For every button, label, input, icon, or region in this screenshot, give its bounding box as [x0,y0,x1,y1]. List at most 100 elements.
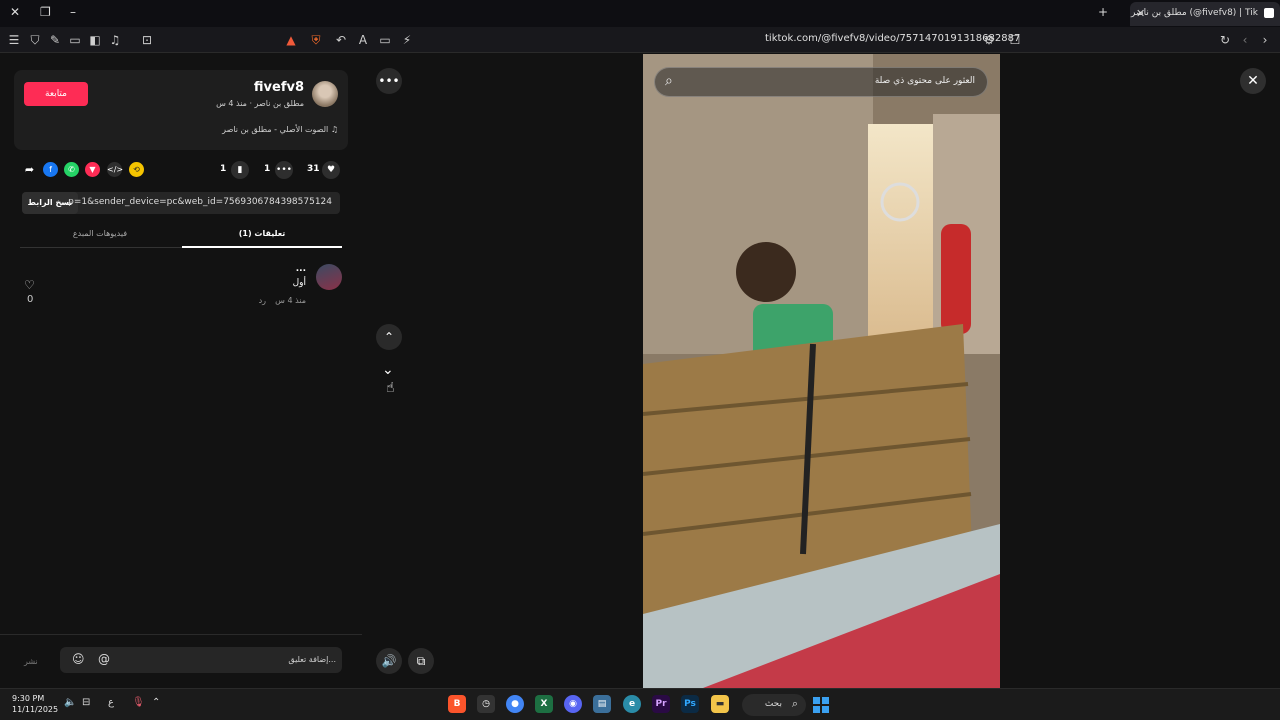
brave-app-icon[interactable]: B [448,695,466,713]
bookmark-save-icon[interactable]: ▮ [231,161,249,179]
files-app-icon[interactable]: ▤ [593,695,611,713]
excel-app-icon[interactable]: X [535,695,553,713]
screenshot-icon[interactable]: ⊡ [139,32,155,48]
taskbar-search-icon: ⌕ [791,697,798,710]
music-icon[interactable]: ♫ [107,32,123,48]
chrome-app-icon[interactable]: ● [506,695,524,713]
volume-icon[interactable]: 🔊 [376,648,402,674]
video-frame [643,54,1000,688]
like-count: 31 [307,164,320,174]
photoshop-app-icon[interactable]: Ps [681,695,699,713]
back-icon[interactable]: ‹ [1237,32,1253,48]
like-heart-icon[interactable]: ♥ [322,161,340,179]
comment-like-icon[interactable]: ♡ [24,278,35,292]
clock-time: 9:30 PM [12,694,45,703]
whatsapp-icon[interactable]: ✆ [64,162,79,177]
explorer-app-icon[interactable]: ▬ [711,695,729,713]
restore-window-icon[interactable]: ❐ [40,5,51,19]
action-bar: ➦ f ✆ ▼ </> ⟲ 1 ▮ 1 ••• 31 ♥ [22,160,342,180]
edge-app-icon[interactable]: e [623,695,641,713]
language-indicator[interactable]: ع [108,697,114,708]
taskbar-search[interactable]: بحث ⌕ [742,694,806,716]
more-options-icon[interactable]: ••• [376,68,402,94]
emoji-icon[interactable]: ☺ [72,652,85,666]
comment-icon[interactable]: ••• [275,161,293,179]
share-icon[interactable]: ↶ [333,32,349,48]
tray-expand-icon[interactable]: ⌃ [152,697,160,708]
clock-date: 11/11/2025 [12,705,59,714]
clock[interactable]: 9:30 PM 11/11/2025 [12,693,58,715]
menu-icon[interactable]: ☰ [6,32,22,48]
windows-taskbar: 9:30 PM 11/11/2025 🔈 ⊟ ع 🎙 ⌃ B ◷ ● X ◉ ▤… [0,688,1280,720]
post-button[interactable]: نشر [24,657,38,666]
title-bar: ✕ ❐ – + ✕ مطلق بن ناصر (@fivefv8) | Tik [0,0,1280,27]
bookmark-icon[interactable]: ☐ [1007,32,1023,48]
mouse-cursor-icon: ☝ [386,380,395,396]
facebook-icon[interactable]: f [43,162,58,177]
comment-placeholder: إضافة تعليق... [288,655,336,664]
comment-composer: نشر ☺ @ إضافة تعليق... [0,634,362,688]
brave-shield-icon[interactable]: ⛨ [308,32,324,48]
forward-icon[interactable]: › [1257,32,1273,48]
close-window-icon[interactable]: ✕ [10,5,20,19]
repost-icon[interactable]: ⟲ [129,162,144,177]
comment-time: منذ 4 س [275,296,306,305]
next-video-icon[interactable]: ⌄ [382,362,394,378]
commenter-avatar[interactable] [316,264,342,290]
follow-button[interactable]: متابعة [24,82,88,106]
video-details-panel: متابعة fivefv8 مطلق بن ناصر · منذ 4 س ال… [0,54,362,688]
sidebar-icon[interactable]: ◧ [87,32,103,48]
reload-icon[interactable]: ↻ [1217,32,1233,48]
reply-button[interactable]: رد [259,296,266,305]
shield-icon[interactable]: ⛉ [27,32,43,48]
save-count: 1 [220,164,227,174]
comment-input[interactable]: ☺ @ إضافة تعليق... [60,647,342,673]
mention-icon[interactable]: @ [98,652,110,666]
new-tab-button[interactable]: + [1098,5,1108,19]
search-icon[interactable]: ⌕ [665,73,673,89]
author-card: متابعة fivefv8 مطلق بن ناصر · منذ 4 س ال… [14,70,348,150]
video-player[interactable]: ⌕ العثور على محتوى ذي صلة [643,54,1000,688]
browser-tab[interactable]: ✕ مطلق بن ناصر (@fivefv8) | Tik [1130,2,1280,26]
close-player-icon[interactable]: ✕ [1240,68,1266,94]
music-title: الصوت الأصلي - مطلق بن ناصر [222,125,329,134]
author-username[interactable]: fivefv8 [254,80,304,95]
search-placeholder: العثور على محتوى ذي صلة [874,76,975,86]
send-icon[interactable]: ▼ [85,162,100,177]
video-link-box: نسخ الرابط ...p=1&sender_device=pc&web_i… [22,192,340,214]
related-search-bar[interactable]: ⌕ العثور على محتوى ذي صلة [654,67,988,97]
start-button-icon[interactable] [813,697,829,713]
premiere-app-icon[interactable]: Pr [652,695,670,713]
tab-comments[interactable]: (1) تعليقات [182,229,342,238]
author-subtitle: مطلق بن ناصر · منذ 4 س [216,99,304,108]
pip-icon[interactable]: ⧉ [408,648,434,674]
music-link[interactable]: الصوت الأصلي - مطلق بن ناصر ♫ [222,125,338,134]
site-settings-icon[interactable]: ⚙ [981,32,997,48]
comment-item: ... أول منذ 4 س رد ♡ 0 [20,262,342,312]
author-avatar[interactable] [312,81,338,107]
clock-app-icon[interactable]: ◷ [477,695,495,713]
previous-video-icon[interactable]: ⌃ [376,324,402,350]
microphone-icon[interactable]: 🎙 [132,697,145,708]
discord-app-icon[interactable]: ◉ [564,695,582,713]
wallet-icon[interactable]: ▭ [67,32,83,48]
minimize-window-icon[interactable]: – [70,5,76,19]
tab-creator-videos[interactable]: فيديوهات المبدع [20,229,180,238]
tab-title: مطلق بن ناصر (@fivefv8) | Tik [1131,8,1258,18]
embed-icon[interactable]: </> [107,162,123,177]
cast-icon[interactable]: ▭ [377,32,393,48]
extension-alert-icon[interactable]: ▲ [283,32,299,48]
puzzle-icon[interactable]: ✎ [47,32,63,48]
tiktok-favicon-icon [1264,8,1274,18]
network-icon[interactable]: ⊟ [82,697,90,708]
speaker-icon[interactable]: 🔈 [64,697,76,708]
music-note-icon: ♫ [330,125,338,134]
share-arrow-icon[interactable]: ➦ [22,162,37,177]
leo-icon[interactable]: ⚡ [399,32,415,48]
browser-toolbar: ☰ ⛉ ✎ ▭ ◧ ♫ ⊡ ▲ ⛨ ↶ A ▭ ⚡ tiktok.com/@fi… [0,27,1280,53]
translate-icon[interactable]: A [355,32,371,48]
video-link-text[interactable]: ...p=1&sender_device=pc&web_id=756930678… [60,197,332,207]
panel-tabs: فيديوهات المبدع (1) تعليقات [20,224,342,248]
comment-like-count: 0 [27,294,34,305]
commenter-name[interactable]: ... [296,264,306,274]
